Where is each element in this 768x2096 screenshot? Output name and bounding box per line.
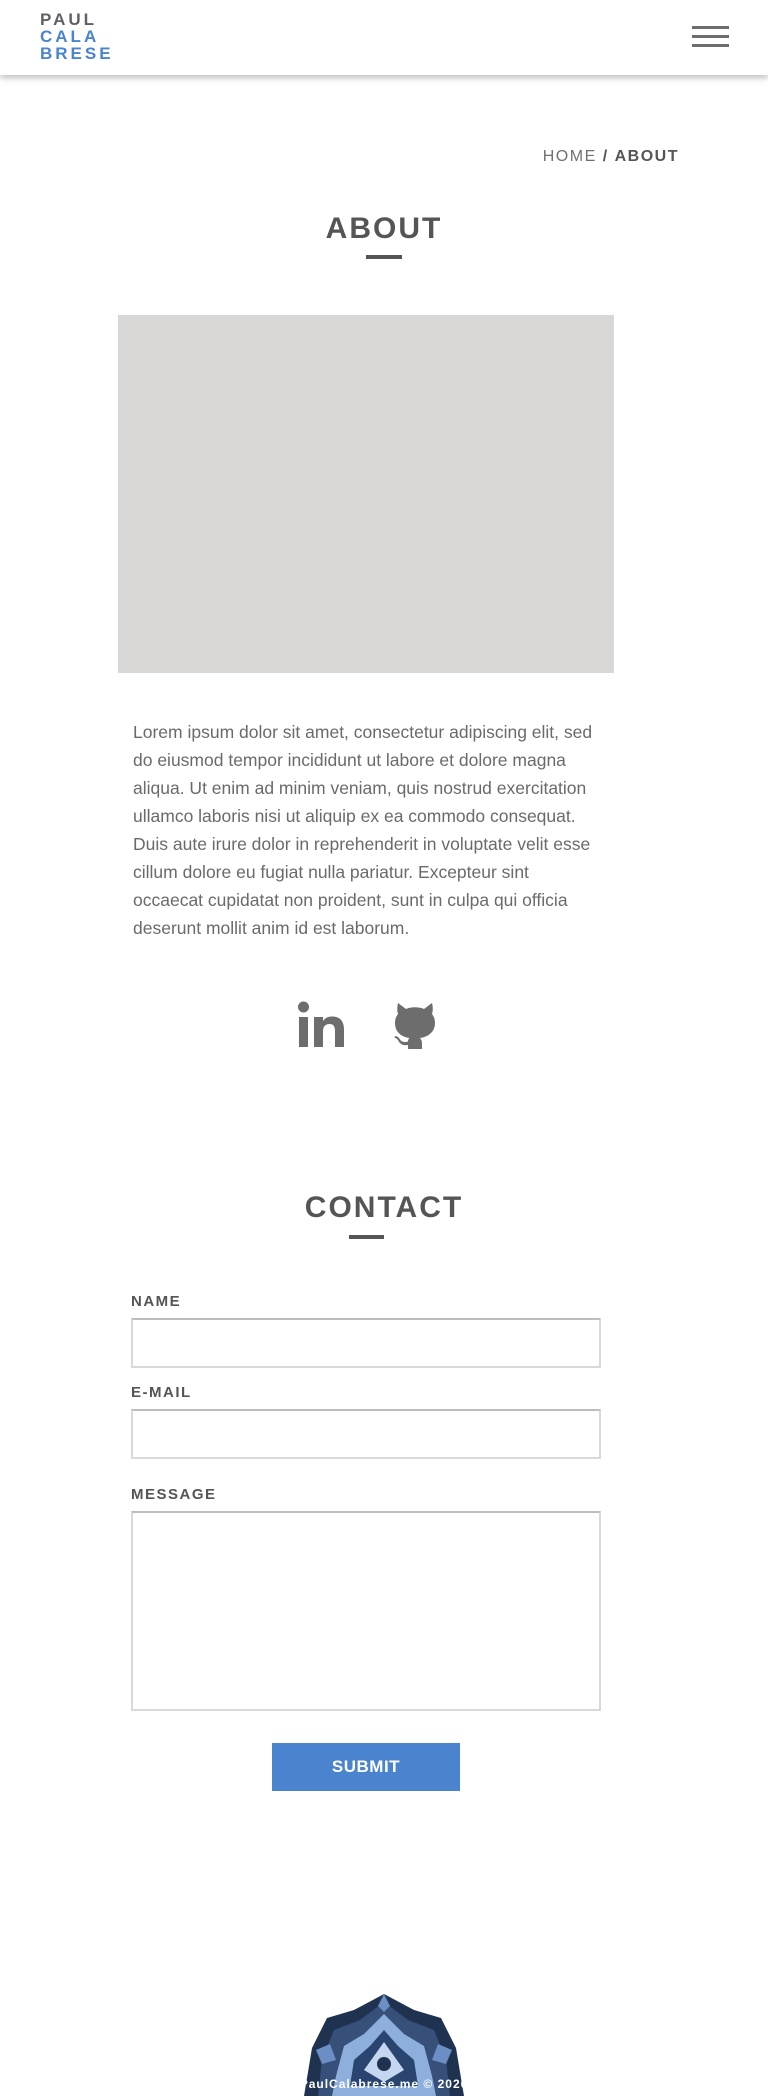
- footer-copyright: PaulCalabrese.me © 2020: [299, 2077, 469, 2091]
- about-bio-text: Lorem ipsum dolor sit amet, consectetur …: [133, 722, 593, 938]
- breadcrumb: HOME / ABOUT: [543, 148, 679, 166]
- breadcrumb-separator: /: [602, 148, 609, 165]
- site-header: PAUL CALA BRESE: [0, 0, 768, 75]
- logo-line-2: CALA: [40, 27, 100, 46]
- breadcrumb-current: ABOUT: [614, 148, 679, 165]
- contact-title: CONTACT: [304, 1191, 464, 1224]
- site-logo[interactable]: PAUL CALA BRESE: [40, 11, 114, 62]
- breadcrumb-home-link[interactable]: HOME: [543, 148, 597, 165]
- name-label: NAME: [131, 1293, 182, 1310]
- linkedin-icon[interactable]: [297, 1000, 347, 1050]
- hamburger-menu-icon[interactable]: [692, 26, 729, 48]
- about-title: ABOUT: [325, 212, 443, 245]
- email-input[interactable]: [131, 1409, 601, 1459]
- message-label: MESSAGE: [131, 1486, 217, 1503]
- github-icon[interactable]: [393, 1000, 437, 1050]
- logo-line-1: PAUL: [40, 10, 98, 29]
- profile-image-placeholder: [118, 315, 614, 673]
- message-textarea[interactable]: [131, 1511, 601, 1711]
- name-input[interactable]: [131, 1318, 601, 1368]
- logo-line-3: BRESE: [40, 44, 114, 63]
- submit-button[interactable]: SUBMIT: [272, 1743, 460, 1791]
- contact-title-underline: [349, 1235, 384, 1239]
- about-title-underline: [366, 255, 402, 259]
- email-label: E-MAIL: [131, 1384, 192, 1401]
